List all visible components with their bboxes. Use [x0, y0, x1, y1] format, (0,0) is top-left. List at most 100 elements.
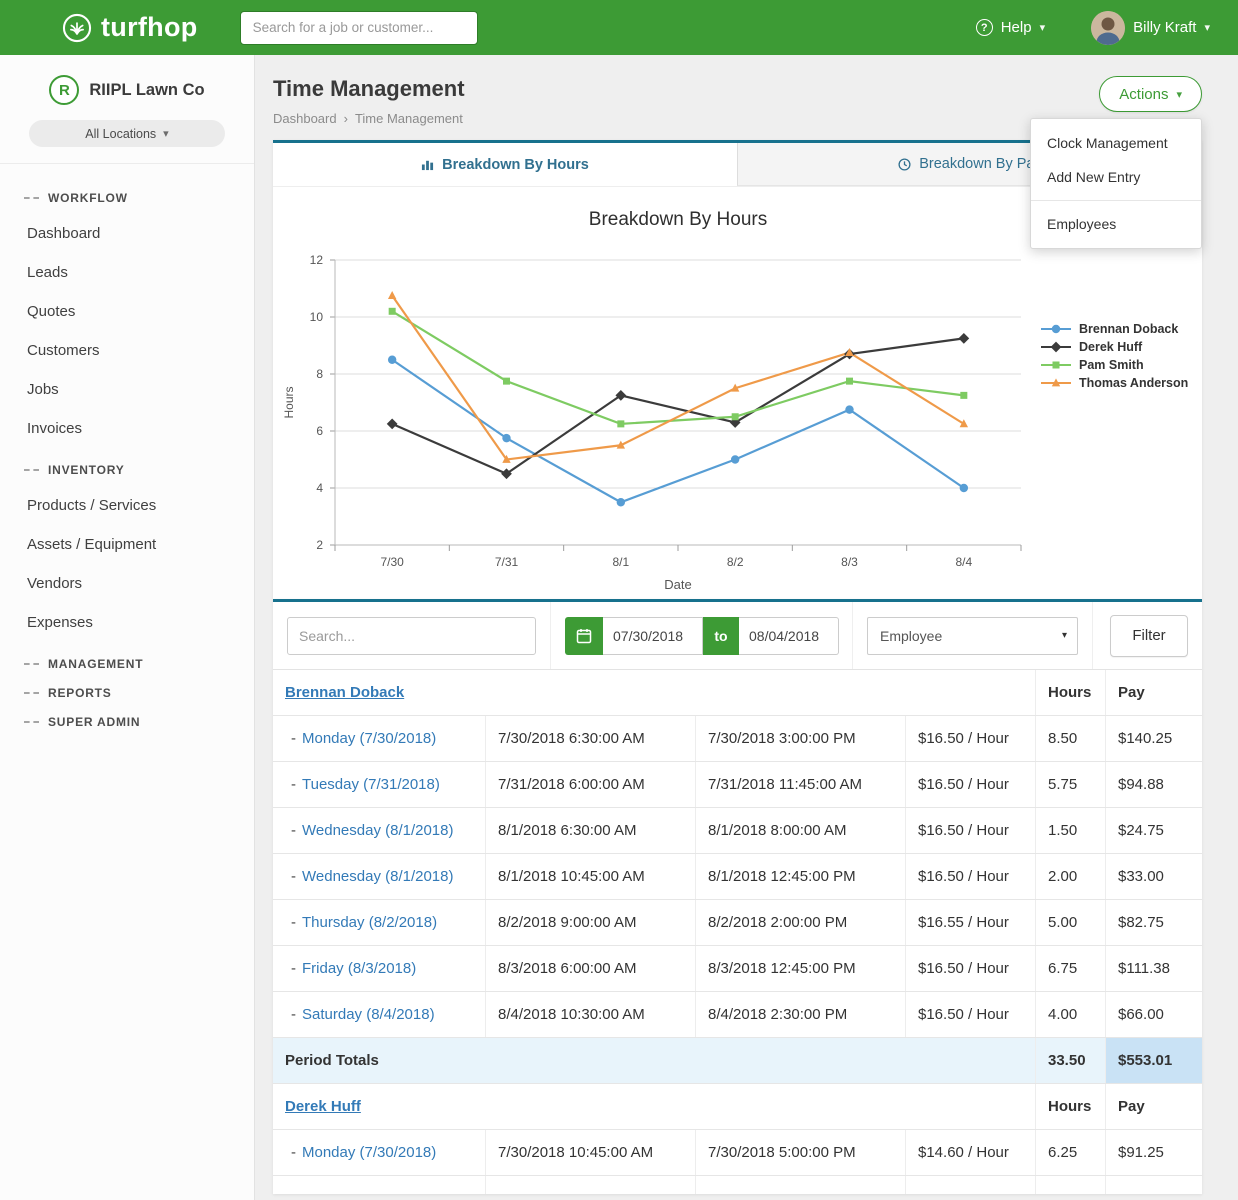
svg-text:Hours: Hours — [282, 386, 296, 418]
menu-divider — [1031, 200, 1201, 201]
sidebar-item-vendors[interactable]: Vendors — [24, 564, 254, 603]
entry-pay: $94.88 — [1105, 762, 1202, 807]
svg-text:4: 4 — [316, 481, 323, 495]
timesheet-entry-row: -Thursday (8/2/2018)8/2/2018 9:00:00 AM8… — [273, 900, 1202, 946]
svg-text:Derek Huff: Derek Huff — [1079, 340, 1143, 354]
global-search-input[interactable] — [240, 11, 478, 45]
employee-select[interactable]: Employee ▾ — [867, 617, 1078, 655]
filter-bar: to Employee ▾ Filter — [273, 602, 1202, 670]
filter-employee-cell: Employee ▾ — [853, 602, 1093, 669]
clock-in-time: 7/31/2018 6:00:00 AM — [485, 762, 695, 807]
timesheet-entry-row: -Saturday (8/4/2018)8/4/2018 10:30:00 AM… — [273, 992, 1202, 1038]
hours-column-header: Hours — [1035, 1084, 1105, 1129]
menu-item-employees[interactable]: Employees — [1031, 207, 1201, 241]
sidebar-nav: WORKFLOW DashboardLeadsQuotesCustomersJob… — [0, 164, 254, 729]
employee-header-row: Brennan DobackHoursPay — [273, 670, 1202, 716]
pay-rate: $16.50 / Hour — [905, 992, 1035, 1037]
actions-button[interactable]: Actions ▾ — [1099, 76, 1202, 112]
employee-name-link[interactable]: Brennan Doback — [285, 684, 404, 701]
user-menu[interactable]: Billy Kraft ▾ — [1091, 11, 1210, 45]
sidebar-item-customers[interactable]: Customers — [24, 331, 254, 370]
topbar-right: ? Help ▾ Billy Kraft ▾ — [976, 11, 1210, 45]
sidebar-item-expenses[interactable]: Expenses — [24, 603, 254, 642]
sidebar-item-invoices[interactable]: Invoices — [24, 409, 254, 448]
sidebar-item-quotes[interactable]: Quotes — [24, 292, 254, 331]
entry-hours: 2.00 — [1035, 854, 1105, 899]
clock-in-time: 7/30/2018 6:30:00 AM — [485, 716, 695, 761]
entry-hours: 4.00 — [1035, 992, 1105, 1037]
svg-text:8/2: 8/2 — [727, 555, 744, 569]
chevron-down-icon: ▾ — [163, 127, 169, 140]
svg-text:8/4: 8/4 — [955, 555, 972, 569]
menu-item-clock-management[interactable]: Clock Management — [1031, 126, 1201, 160]
pay-column-header: Pay — [1105, 1084, 1202, 1129]
filter-button[interactable]: Filter — [1110, 615, 1188, 657]
entry-pay: $111.38 — [1105, 946, 1202, 991]
actions-button-label: Actions — [1119, 86, 1168, 103]
sidebar-item-leads[interactable]: Leads — [24, 253, 254, 292]
brand-logo[interactable]: turfhop — [62, 12, 198, 43]
date-to-input[interactable] — [739, 617, 839, 655]
user-name: Billy Kraft — [1133, 19, 1196, 36]
pay-rate: $16.50 / Hour — [905, 762, 1035, 807]
sidebar-item-dashboard[interactable]: Dashboard — [24, 214, 254, 253]
timesheet-table: Brennan DobackHoursPay-Monday (7/30/2018… — [273, 670, 1202, 1194]
breadcrumb-dashboard-link[interactable]: Dashboard — [273, 111, 337, 126]
entry-pay: $66.00 — [1105, 992, 1202, 1037]
svg-text:Pam Smith: Pam Smith — [1079, 358, 1144, 372]
tab-hours-label: Breakdown By Hours — [442, 157, 589, 173]
period-total-pay: $553.01 — [1105, 1038, 1202, 1083]
clock-out-time: 8/1/2018 12:45:00 PM — [695, 854, 905, 899]
entry-day-link[interactable]: Monday (7/30/2018) — [302, 730, 436, 747]
clock-out-time: 8/3/2018 12:45:00 PM — [695, 946, 905, 991]
employee-name-link[interactable]: Derek Huff — [285, 1098, 361, 1115]
breadcrumb-current: Time Management — [355, 111, 463, 126]
period-totals-label: Period Totals — [273, 1038, 1035, 1083]
pay-rate: $16.55 / Hour — [905, 900, 1035, 945]
svg-text:Breakdown By Hours: Breakdown By Hours — [589, 209, 767, 230]
entry-day-link[interactable]: Wednesday (8/1/2018) — [302, 822, 454, 839]
row-dash: - — [291, 1144, 296, 1161]
locations-dropdown[interactable]: All Locations ▾ — [29, 120, 225, 147]
sidebar-item-jobs[interactable]: Jobs — [24, 370, 254, 409]
entry-day-link[interactable]: Friday (8/3/2018) — [302, 960, 416, 977]
entry-day-link[interactable]: Saturday (8/4/2018) — [302, 1006, 435, 1023]
entry-day-link[interactable]: Wednesday (8/1/2018) — [302, 868, 454, 885]
table-search-input[interactable] — [287, 617, 536, 655]
brand-name: turfhop — [101, 12, 198, 43]
clock-icon — [898, 158, 911, 171]
sidebar-section-reports: REPORTS — [24, 686, 254, 700]
help-question-icon: ? — [976, 19, 993, 36]
date-from-input[interactable] — [603, 617, 703, 655]
company-block: R RIIPL Lawn Co All Locations ▾ — [0, 55, 254, 164]
clock-in-time: 8/2/2018 9:00:00 AM — [485, 900, 695, 945]
pay-rate: $16.50 / Hour — [905, 854, 1035, 899]
sidebar-item-assets-equipment[interactable]: Assets / Equipment — [24, 525, 254, 564]
sidebar-section-workflow: WORKFLOW — [24, 191, 254, 205]
tab-pay-label: Breakdown By Pay — [919, 156, 1042, 172]
entry-hours: 1.50 — [1035, 808, 1105, 853]
entry-day-link[interactable]: Thursday (8/2/2018) — [302, 914, 437, 931]
page-title: Time Management — [273, 76, 465, 102]
entry-pay: $82.75 — [1105, 900, 1202, 945]
entry-hours: 6.25 — [1035, 1130, 1105, 1175]
clock-out-time: 7/31/2018 11:45:00 AM — [695, 762, 905, 807]
sidebar-section-super-admin: SUPER ADMIN — [24, 715, 254, 729]
period-total-hours: 33.50 — [1035, 1038, 1105, 1083]
entry-day-link[interactable]: Tuesday (7/31/2018) — [302, 776, 440, 793]
bar-chart-icon — [421, 158, 434, 171]
chevron-down-icon: ▾ — [1040, 21, 1046, 34]
clock-in-time: 8/1/2018 10:45:00 AM — [485, 854, 695, 899]
help-menu[interactable]: ? Help ▾ — [976, 19, 1045, 36]
entry-pay: $24.75 — [1105, 808, 1202, 853]
company-badge: R — [49, 75, 79, 105]
tab-breakdown-by-hours[interactable]: Breakdown By Hours — [273, 143, 737, 186]
entry-day-link[interactable]: Monday (7/30/2018) — [302, 1144, 436, 1161]
calendar-icon-button[interactable] — [565, 617, 603, 655]
clock-out-time: 7/30/2018 5:00:00 PM — [695, 1130, 905, 1175]
menu-item-add-new-entry[interactable]: Add New Entry — [1031, 160, 1201, 194]
sidebar-item-products-services[interactable]: Products / Services — [24, 486, 254, 525]
pay-rate: $16.50 / Hour — [905, 946, 1035, 991]
pay-rate: $16.50 / Hour — [905, 808, 1035, 853]
filter-dates-cell: to — [551, 602, 853, 669]
